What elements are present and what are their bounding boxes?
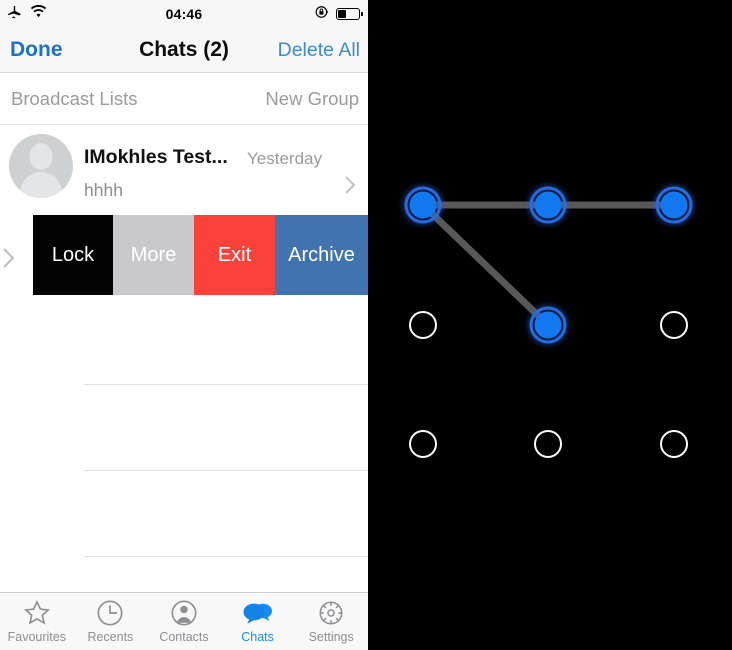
lock-button[interactable]: Lock (33, 215, 113, 295)
gear-icon (317, 599, 345, 627)
pattern-dot-2[interactable] (529, 186, 567, 224)
status-bar-right (315, 0, 363, 28)
tab-recents[interactable]: Recents (74, 593, 148, 650)
chat-timestamp: Yesterday (247, 149, 322, 168)
new-group-button[interactable]: New Group (265, 88, 359, 110)
pattern-dot-5[interactable] (529, 306, 567, 344)
tab-contacts[interactable]: Contacts (147, 593, 221, 650)
chat-list-item[interactable]: IMokhles Test... Yesterday hhhh (0, 125, 368, 211)
tab-label: Favourites (7, 630, 66, 644)
broadcast-lists-button[interactable]: Broadcast Lists (11, 88, 137, 110)
star-icon (22, 599, 52, 627)
clock-icon (96, 599, 124, 627)
swipe-action-row: Lock More Exit Archive (0, 211, 368, 299)
phone-pane: 04:46 Done Chats (2) Delete All Broadcas… (0, 0, 368, 650)
archive-button[interactable]: Archive (275, 215, 368, 295)
exit-button[interactable]: Exit (194, 215, 275, 295)
pattern-dot-3[interactable] (655, 186, 693, 224)
pattern-dot-1[interactable] (404, 186, 442, 224)
pattern-lock-grid[interactable] (368, 0, 732, 650)
swipe-actions: Lock More Exit Archive (33, 215, 368, 295)
pattern-dot-8[interactable] (534, 430, 562, 458)
pattern-lock-pane[interactable] (368, 0, 732, 650)
tab-favourites[interactable]: Favourites (0, 593, 74, 650)
broadcast-new-group-row: Broadcast Lists New Group (0, 73, 368, 125)
list-item (0, 385, 368, 471)
tab-label: Settings (308, 630, 354, 644)
tab-chats[interactable]: Chats (221, 593, 295, 650)
chevron-right-icon (344, 175, 356, 200)
avatar (9, 134, 73, 198)
rotation-lock-icon (315, 5, 329, 24)
tab-bar: Favourites Recents Contacts Chats Settin… (0, 592, 368, 650)
person-icon (170, 599, 198, 627)
chat-list: IMokhles Test... Yesterday hhhh Lock Mor… (0, 125, 368, 557)
tab-label: Recents (87, 630, 134, 644)
pattern-dot-7[interactable] (409, 430, 437, 458)
tab-label: Contacts (159, 630, 209, 644)
pattern-dot-6[interactable] (660, 311, 688, 339)
pattern-dot-4[interactable] (409, 311, 437, 339)
chat-bubbles-icon (242, 599, 274, 627)
chevron-right-icon[interactable] (2, 247, 16, 274)
tab-label: Chats (241, 630, 274, 644)
tab-settings[interactable]: Settings (294, 593, 368, 650)
screen-root: 04:46 Done Chats (2) Delete All Broadcas… (0, 0, 732, 650)
status-bar-clock: 04:46 (165, 6, 203, 22)
chat-name: IMokhles Test... (84, 146, 228, 168)
more-button[interactable]: More (113, 215, 194, 295)
chat-preview-message: hhhh (84, 180, 123, 200)
delete-all-button[interactable]: Delete All (278, 39, 360, 62)
list-item (0, 299, 368, 385)
pattern-dot-9[interactable] (660, 430, 688, 458)
pattern-stroke (419, 201, 552, 329)
status-bar: 04:46 (0, 0, 368, 28)
list-item (0, 471, 368, 557)
battery-icon (336, 8, 363, 20)
navigation-bar: Done Chats (2) Delete All (0, 28, 368, 73)
